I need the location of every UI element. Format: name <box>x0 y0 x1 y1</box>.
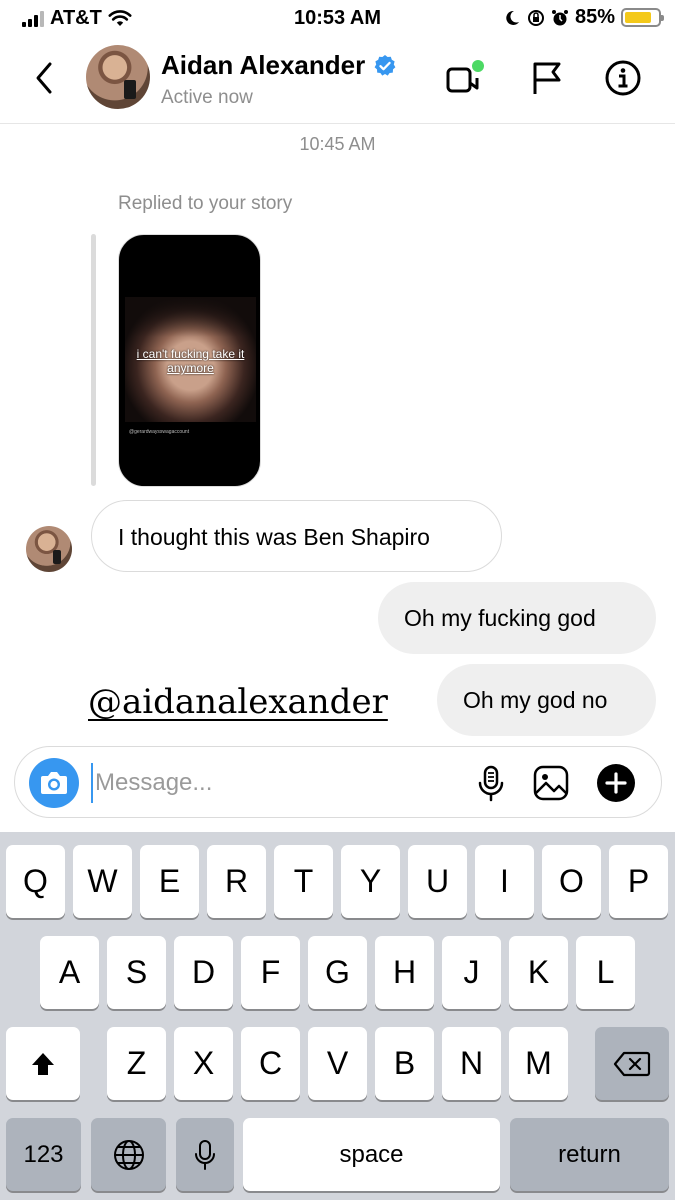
story-credit: @gerardwaysswagaccount <box>129 429 190 435</box>
key-g[interactable]: G <box>308 936 367 1009</box>
key-f[interactable]: F <box>241 936 300 1009</box>
gallery-icon[interactable] <box>531 763 571 803</box>
message-timestamp: 10:45 AM <box>299 134 376 154</box>
orientation-lock-icon <box>527 9 544 26</box>
message-bubble-sent[interactable]: Oh my fucking god <box>378 582 656 654</box>
backspace-icon <box>613 1051 651 1076</box>
space-key[interactable]: space <box>243 1118 500 1191</box>
story-thumbnail[interactable]: i can't fucking take it anymore @gerardw… <box>118 234 261 487</box>
key-m[interactable]: M <box>509 1027 568 1100</box>
key-q[interactable]: Q <box>6 845 65 918</box>
verified-badge-icon <box>374 54 396 76</box>
reply-indicator-bar <box>91 234 96 486</box>
key-c[interactable]: C <box>241 1027 300 1100</box>
key-u[interactable]: U <box>408 845 467 918</box>
key-n[interactable]: N <box>442 1027 501 1100</box>
alarm-icon <box>551 9 568 25</box>
shift-key[interactable] <box>6 1027 80 1100</box>
sender-avatar[interactable] <box>26 526 72 572</box>
add-plus-icon[interactable] <box>596 763 636 803</box>
microphone-icon[interactable] <box>471 763 511 803</box>
contact-status: Active now <box>161 87 253 108</box>
message-bubble-received[interactable]: I thought this was Ben Shapiro <box>91 500 502 572</box>
key-h[interactable]: H <box>375 936 434 1009</box>
contact-avatar[interactable] <box>86 45 150 109</box>
battery-percent: 85% <box>574 6 615 28</box>
key-w[interactable]: W <box>73 845 132 918</box>
status-right: 85% <box>503 6 664 29</box>
key-l[interactable]: L <box>576 936 635 1009</box>
delete-key[interactable] <box>595 1027 669 1100</box>
watermark-handle: @aidanalexander <box>88 682 388 722</box>
message-composer <box>14 746 662 818</box>
flag-icon[interactable] <box>527 58 567 98</box>
dictation-key[interactable] <box>176 1118 234 1191</box>
key-o[interactable]: O <box>542 845 601 918</box>
return-key[interactable]: return <box>510 1118 669 1191</box>
message-input[interactable] <box>91 763 451 803</box>
microphone-icon <box>195 1139 215 1170</box>
key-p[interactable]: P <box>609 845 668 918</box>
key-d[interactable]: D <box>174 936 233 1009</box>
key-t[interactable]: T <box>274 845 333 918</box>
back-chevron-icon[interactable] <box>30 58 60 98</box>
globe-icon <box>113 1139 144 1170</box>
message-bubble-sent[interactable]: Oh my god no <box>437 664 656 736</box>
key-y[interactable]: Y <box>341 845 400 918</box>
key-j[interactable]: J <box>442 936 501 1009</box>
key-x[interactable]: X <box>174 1027 233 1100</box>
key-e[interactable]: E <box>140 845 199 918</box>
globe-key[interactable] <box>91 1118 166 1191</box>
key-i[interactable]: I <box>475 845 534 918</box>
key-a[interactable]: A <box>40 936 99 1009</box>
contact-name: Aidan Alexander <box>161 50 366 80</box>
key-s[interactable]: S <box>107 936 166 1009</box>
battery-icon <box>621 8 664 27</box>
info-icon[interactable] <box>603 58 643 98</box>
key-v[interactable]: V <box>308 1027 367 1100</box>
key-k[interactable]: K <box>509 936 568 1009</box>
key-r[interactable]: R <box>207 845 266 918</box>
numbers-key[interactable]: 123 <box>6 1118 81 1191</box>
keyboard: Q W E R T Y U I O P A S D F G H J K L Z … <box>0 832 675 1200</box>
key-z[interactable]: Z <box>107 1027 166 1100</box>
moon-icon <box>506 10 519 25</box>
replied-to-story-label: Replied to your story <box>118 193 293 214</box>
video-call-icon[interactable] <box>444 58 484 98</box>
shift-arrow-icon <box>32 1052 54 1075</box>
dm-screen: AT&T 10:53 AM 85% Aidan Alexander Active… <box>0 0 675 1200</box>
status-bar: AT&T 10:53 AM 85% <box>0 0 675 36</box>
key-b[interactable]: B <box>375 1027 434 1100</box>
camera-icon <box>41 772 67 794</box>
story-caption: i can't fucking take it anymore <box>136 347 245 375</box>
camera-button[interactable] <box>29 758 79 808</box>
chat-header: Aidan Alexander Active now <box>0 36 675 124</box>
contact-name-row[interactable]: Aidan Alexander <box>161 50 397 81</box>
